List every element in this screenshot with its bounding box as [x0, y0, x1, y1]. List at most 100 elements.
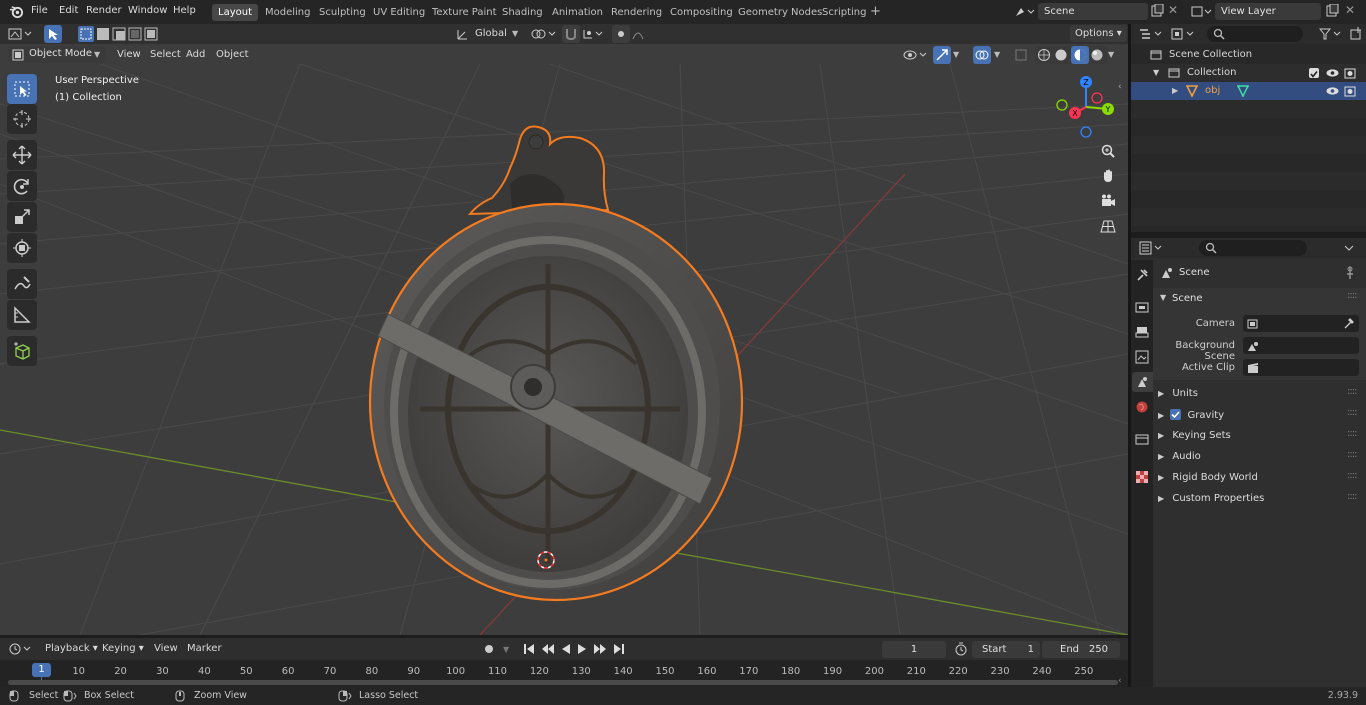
- transform-orientation-dropdown[interactable]: Global: [470, 25, 512, 42]
- active-clip-field[interactable]: [1243, 359, 1359, 376]
- drag-handle-icon[interactable]: ::::: [1347, 290, 1358, 301]
- gizmo-toggle-icon[interactable]: [933, 46, 951, 64]
- timeline-menu-keying[interactable]: Keying ▾: [97, 640, 149, 657]
- options-dropdown[interactable]: Options ▾: [1070, 25, 1127, 42]
- start-frame-field[interactable]: Start 1: [972, 641, 1040, 658]
- drag-handle-icon[interactable]: ::::: [1347, 407, 1358, 418]
- viewport-menu-select[interactable]: Select: [145, 46, 186, 63]
- shading-dropdown-icon[interactable]: ▼: [1108, 50, 1114, 59]
- cursor-tool-icon[interactable]: [7, 104, 37, 134]
- play-reverse-icon[interactable]: [562, 644, 570, 654]
- snap-toggle-icon[interactable]: [562, 25, 580, 43]
- eye-icon[interactable]: [1326, 68, 1339, 78]
- select-tool-icon[interactable]: [44, 25, 62, 43]
- menu-help[interactable]: Help: [173, 5, 196, 16]
- drag-handle-icon[interactable]: ::::: [1347, 470, 1358, 481]
- drag-handle-icon[interactable]: ::::: [1347, 449, 1358, 460]
- render-camera-icon[interactable]: [1344, 67, 1356, 79]
- overlays-dropdown-icon[interactable]: ▼: [994, 50, 1000, 59]
- snap-target-icon[interactable]: [582, 27, 606, 44]
- panel-rigid-body-world[interactable]: ▶ Rigid Body World: [1158, 472, 1258, 483]
- world-tab-icon[interactable]: [1135, 400, 1149, 414]
- tab-modeling[interactable]: Modeling: [259, 4, 317, 21]
- tab-layout[interactable]: Layout: [212, 4, 258, 21]
- tab-scripting[interactable]: Scripting: [816, 4, 872, 21]
- background-scene-field[interactable]: [1243, 337, 1359, 354]
- 3d-viewport[interactable]: Global ▼ Options ▾ Object Mode ▼ View Se…: [0, 24, 1128, 635]
- add-cube-tool-icon[interactable]: [7, 336, 37, 366]
- perspective-toggle-icon[interactable]: [1097, 215, 1119, 237]
- display-mode-icon[interactable]: [1171, 27, 1197, 44]
- panel-keying-sets[interactable]: ▶ Keying Sets: [1158, 430, 1231, 441]
- new-scene-icon[interactable]: [1150, 3, 1164, 21]
- measure-tool-icon[interactable]: [7, 300, 37, 330]
- viewport-menu-view[interactable]: View: [112, 46, 146, 63]
- move-tool-icon[interactable]: [7, 140, 37, 170]
- current-frame-field[interactable]: 1: [882, 641, 946, 658]
- mesh-data-icon[interactable]: [1237, 85, 1249, 97]
- tool-tab-icon[interactable]: [1135, 268, 1149, 282]
- panel-custom-properties[interactable]: ▶ Custom Properties: [1158, 493, 1264, 504]
- scene-name-field[interactable]: Scene: [1038, 3, 1148, 20]
- properties-options-icon[interactable]: [1343, 242, 1355, 257]
- new-collection-icon[interactable]: [1349, 27, 1363, 44]
- menu-render[interactable]: Render: [86, 5, 122, 16]
- scene-tab-icon[interactable]: [1132, 372, 1153, 392]
- pivot-point-icon[interactable]: [530, 27, 558, 44]
- editor-type-icon[interactable]: [8, 27, 34, 44]
- panel-audio[interactable]: ▶ Audio: [1158, 451, 1201, 462]
- falloff-icon[interactable]: [632, 27, 654, 44]
- expand-icon[interactable]: ▶: [1172, 82, 1178, 100]
- rotate-tool-icon[interactable]: [7, 171, 37, 201]
- view-layer-icon[interactable]: [1190, 4, 1212, 23]
- tab-compositing[interactable]: Compositing: [664, 4, 739, 21]
- timeline-menu-marker[interactable]: Marker: [182, 640, 227, 657]
- view-layer-field[interactable]: View Layer: [1215, 3, 1321, 20]
- xray-toggle-icon[interactable]: [1014, 48, 1028, 65]
- blender-logo-icon[interactable]: [9, 4, 24, 22]
- tab-geometry-nodes[interactable]: Geometry Nodes: [732, 4, 828, 21]
- drag-handle-icon[interactable]: ::::: [1347, 386, 1358, 397]
- eyedropper-icon[interactable]: [1343, 317, 1355, 330]
- gizmo-dropdown-icon[interactable]: ▼: [953, 50, 959, 59]
- timeline-editor-icon[interactable]: [8, 642, 34, 659]
- panel-units[interactable]: ▶ Units: [1158, 388, 1198, 399]
- transform-tool-icon[interactable]: [7, 233, 37, 263]
- render-camera-icon[interactable]: [1344, 85, 1356, 97]
- render-tab-icon[interactable]: [1135, 300, 1149, 314]
- pin-icon[interactable]: [1344, 266, 1356, 280]
- overlays-toggle-icon[interactable]: [973, 46, 991, 64]
- filter-icon[interactable]: [1318, 27, 1345, 44]
- gizmo-neg-x-axis[interactable]: [1091, 92, 1103, 104]
- drag-handle-icon[interactable]: ::::: [1347, 491, 1358, 502]
- delete-scene-icon[interactable]: ✕: [1168, 3, 1178, 17]
- tab-uv-editing[interactable]: UV Editing: [367, 4, 431, 21]
- drag-handle-icon[interactable]: ::::: [1347, 428, 1358, 439]
- end-frame-field[interactable]: End 250: [1042, 641, 1120, 658]
- selection-mode-icons[interactable]: [78, 26, 160, 45]
- scale-tool-icon[interactable]: [7, 202, 37, 232]
- tab-animation[interactable]: Animation: [546, 4, 609, 21]
- outliner-row-collection[interactable]: ▼ Collection: [1131, 64, 1366, 82]
- tab-rendering[interactable]: Rendering: [605, 4, 668, 21]
- gizmo-neg-z-axis[interactable]: [1080, 126, 1092, 138]
- pan-view-icon[interactable]: [1097, 165, 1119, 187]
- select-box-tool-icon[interactable]: [7, 74, 37, 104]
- texture-tab-icon[interactable]: [1135, 470, 1149, 484]
- gravity-checkbox[interactable]: [1170, 409, 1182, 420]
- auto-keying-icon[interactable]: [482, 642, 496, 656]
- sidebar-expand-icon[interactable]: ‹: [1118, 82, 1122, 92]
- new-view-layer-icon[interactable]: [1325, 3, 1339, 21]
- tab-shading[interactable]: Shading: [496, 4, 549, 21]
- timeline-menu-view[interactable]: View: [149, 640, 183, 657]
- zoom-view-icon[interactable]: [1097, 140, 1119, 162]
- panel-gravity[interactable]: ▶ Gravity: [1158, 409, 1224, 421]
- gizmo-neg-y-axis[interactable]: [1056, 99, 1068, 111]
- output-tab-icon[interactable]: [1135, 325, 1149, 339]
- camera-field[interactable]: [1243, 315, 1359, 332]
- panel-collapse-icon[interactable]: ▼: [1160, 293, 1166, 302]
- expand-collapse-icon[interactable]: ▼: [1153, 64, 1159, 82]
- area-separator[interactable]: [1128, 24, 1131, 687]
- navigation-gizmo[interactable]: Z Y X: [1050, 74, 1122, 140]
- outliner-editor-icon[interactable]: [1139, 27, 1165, 44]
